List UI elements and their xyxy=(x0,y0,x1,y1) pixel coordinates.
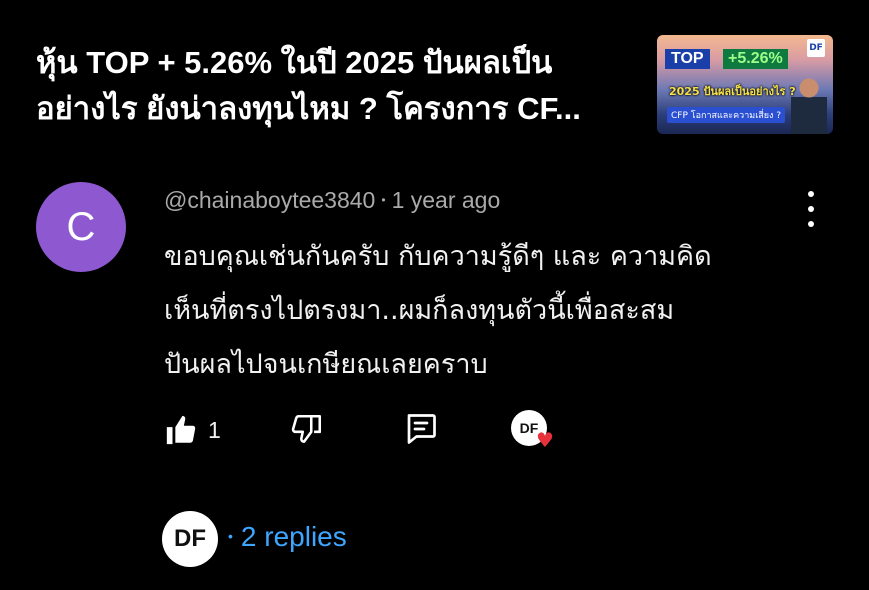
replies-creator-avatar: DF xyxy=(162,511,218,567)
commenter-avatar[interactable]: C xyxy=(36,182,126,272)
more-vert-icon[interactable] xyxy=(803,191,819,227)
thumbnail-percent: +5.26% xyxy=(723,49,788,69)
like-icon[interactable] xyxy=(164,413,198,447)
thumbnail-logo: DF xyxy=(807,39,825,57)
comment-line-3: ปันผลไปจนเกษียณเลยคราบ xyxy=(164,349,488,380)
thumbnail-badge: TOP xyxy=(665,49,710,69)
thumbnail-presenter xyxy=(791,75,827,134)
comment-text: ขอบคุณเช่นกันครับ กับความรู้ดีๆ และ ความ… xyxy=(164,230,804,392)
comment-timestamp[interactable]: 1 year ago xyxy=(392,187,501,213)
replies-label: 2 replies xyxy=(240,521,347,552)
commenter-handle[interactable]: @chainaboytee3840 xyxy=(164,187,375,213)
like-count: 1 xyxy=(208,417,221,443)
video-title-line-1: หุ้น TOP + 5.26% ในปี 2025 ปันผลเป็น xyxy=(36,45,553,80)
video-title-line-2: อย่างไร ยังน่าลงทุนไหม ? โครงการ CF... xyxy=(36,91,581,126)
replies-separator: • xyxy=(228,528,233,544)
comment-line-1: ขอบคุณเช่นกันครับ กับความรู้ดีๆ และ ความ… xyxy=(164,241,712,272)
comment-line-2: เห็นที่ตรงไปตรงมา..ผมก็ลงทุนตัวนี้เพื่อส… xyxy=(164,295,675,326)
replies-toggle[interactable]: • 2 replies xyxy=(228,521,347,553)
meta-separator: • xyxy=(381,193,386,207)
video-thumbnail[interactable]: TOP +5.26% DF 2025 ปันผลเป็นอย่างไร ? CF… xyxy=(657,35,833,134)
reply-icon[interactable] xyxy=(403,411,439,447)
thumbnail-subtitle: 2025 ปันผลเป็นอย่างไร ? xyxy=(669,85,796,98)
dislike-icon[interactable] xyxy=(290,412,324,446)
creator-heart-badge: DF ♥ xyxy=(511,410,554,452)
thumbnail-caption: CFP โอกาสและความเสี่ยง ? xyxy=(667,107,786,123)
heart-icon: ♥ xyxy=(536,428,554,452)
comment-meta: @chainaboytee3840 • 1 year ago xyxy=(164,187,500,214)
video-title[interactable]: หุ้น TOP + 5.26% ในปี 2025 ปันผลเป็น อย่… xyxy=(36,40,636,132)
